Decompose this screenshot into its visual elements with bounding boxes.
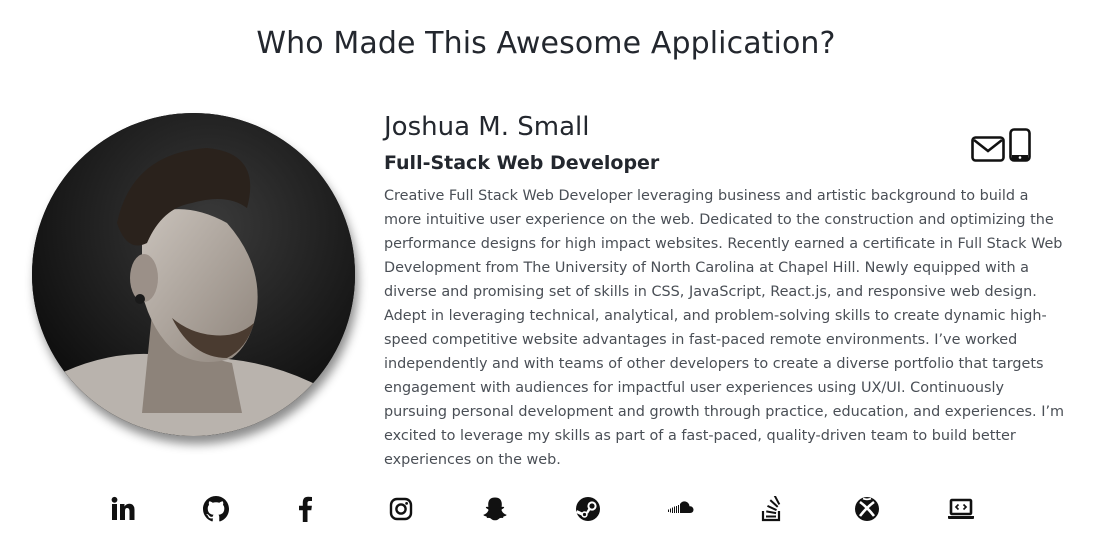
laptop-code-icon[interactable]: [947, 492, 1040, 526]
steam-icon[interactable]: [575, 492, 668, 526]
page: Who Made This Awesome Application? Joshu…: [0, 0, 1103, 548]
linkedin-icon[interactable]: [110, 492, 203, 526]
soundcloud-icon[interactable]: [668, 492, 761, 526]
social-links: [110, 492, 1040, 526]
phone-icon[interactable]: [1009, 128, 1031, 166]
facebook-icon[interactable]: [296, 492, 389, 526]
profile-bio: Creative Full Stack Web Developer levera…: [384, 188, 1065, 468]
stackoverflow-icon[interactable]: [761, 492, 854, 526]
xbox-icon[interactable]: [854, 492, 947, 526]
envelope-icon[interactable]: [971, 136, 1005, 166]
page-title: Who Made This Awesome Application?: [256, 26, 836, 61]
instagram-icon[interactable]: [389, 492, 482, 526]
profile-name: Joshua M. Small: [384, 112, 590, 142]
github-icon[interactable]: [203, 492, 296, 526]
avatar: [32, 113, 355, 436]
contact-icons: [971, 128, 1031, 166]
snapchat-icon[interactable]: [482, 492, 575, 526]
profile-role: Full-Stack Web Developer: [384, 152, 660, 174]
profile-photo: [32, 113, 355, 436]
